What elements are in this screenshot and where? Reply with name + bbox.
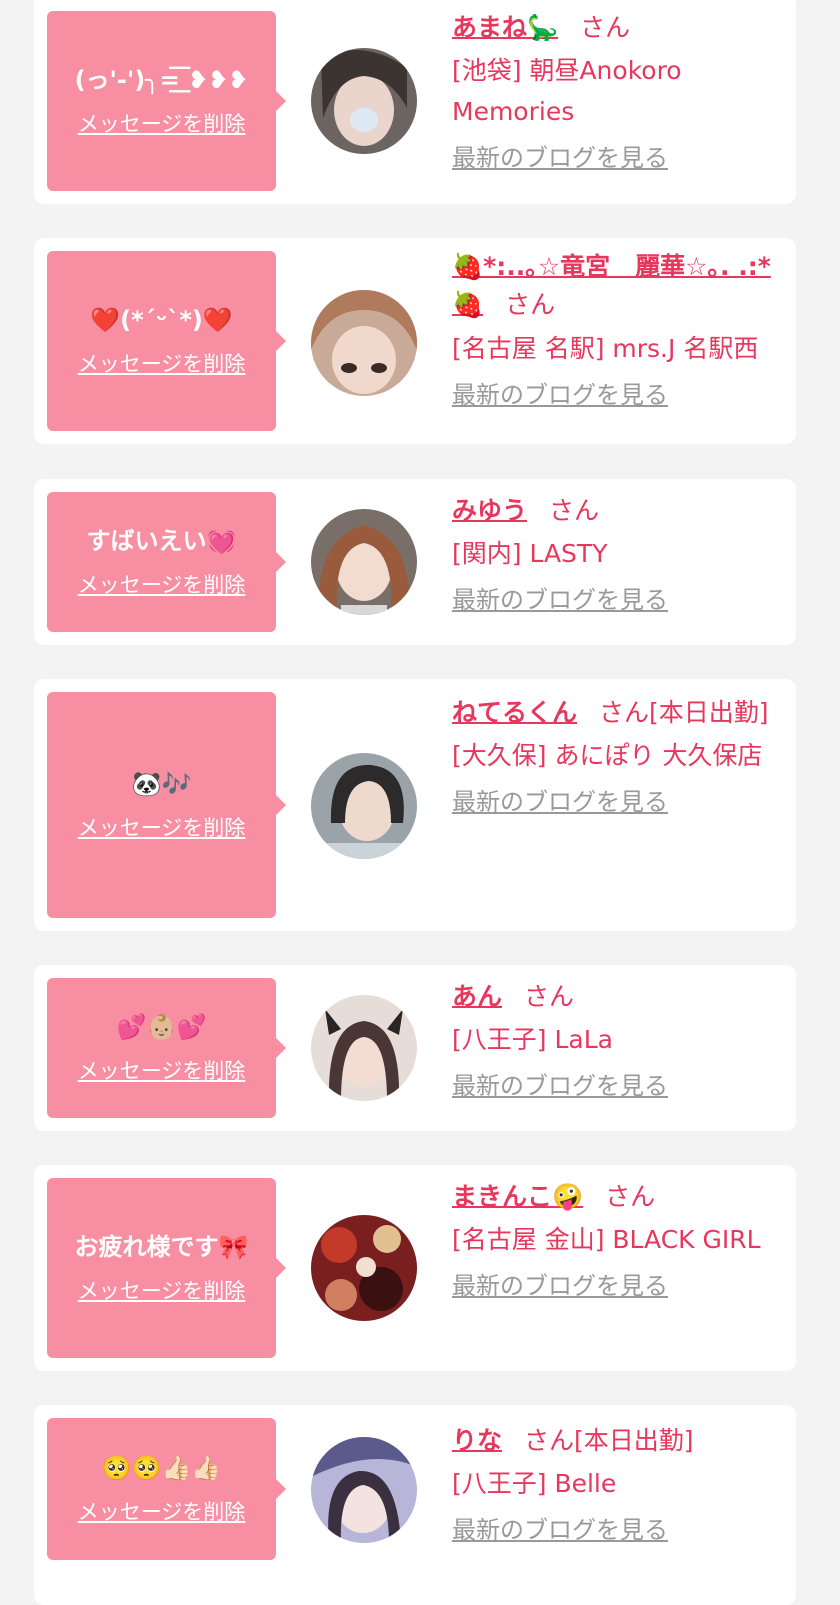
message-text: お疲れ様です🎀‪‪‪‪‪‪‪‪	[74, 1233, 249, 1261]
message-card: 🐼🎶 メッセージを削除 ねてるくん さん[本日出勤] [大久保] あにぽり 大久保…	[34, 679, 796, 931]
profile-name-link[interactable]: ねてるくん	[452, 698, 577, 727]
latest-blog-link[interactable]: 最新のブログを見る	[452, 140, 668, 176]
profile-name-link[interactable]: りな	[452, 1426, 502, 1455]
profile-info: まきんこ🤪 さん [名古屋 金山] BLACK GIRL 最新のブログを見る	[452, 1175, 787, 1308]
message-card: お疲れ様です🎀‪‪‪‪‪‪‪‪ メッセージを削除 まきんこ🤪 さん [名古屋 金山…	[34, 1165, 796, 1371]
delete-message-link[interactable]: メッセージを削除	[78, 111, 246, 137]
message-bubble: お疲れ様です🎀‪‪‪‪‪‪‪‪ メッセージを削除	[47, 1178, 286, 1358]
honorific: さん	[549, 496, 600, 525]
delete-message-link[interactable]: メッセージを削除	[78, 1499, 246, 1525]
delete-message-link[interactable]: メッセージを削除	[78, 351, 246, 377]
name-line: あまね🦕 さん	[452, 6, 787, 50]
message-text: (っ'-')╮=͟͟͞͞ ❥❥❥	[74, 66, 249, 94]
shop-info: [関内] LASTY	[452, 539, 608, 568]
avatar-photo-icon	[311, 1437, 417, 1543]
latest-blog-link[interactable]: 最新のブログを見る	[452, 582, 668, 618]
honorific: さん[本日出勤]	[524, 1426, 694, 1455]
delete-message-link[interactable]: メッセージを削除	[78, 1278, 246, 1304]
avatar-photo-icon	[311, 290, 417, 396]
message-card: (っ'-')╮=͟͟͞͞ ❥❥❥ メッセージを削除 あまね🦕 さん [池袋] 朝昼…	[34, 0, 796, 204]
avatar-photo-icon	[311, 509, 417, 615]
avatar[interactable]	[311, 1215, 417, 1321]
shop-info: [八王子] Belle	[452, 1469, 617, 1498]
name-line: あん さん	[452, 975, 787, 1019]
message-bubble: 💕👶🏼💕 メッセージを削除	[47, 978, 286, 1118]
shop-info: [大久保] あにぽり 大久保店	[452, 741, 763, 770]
latest-blog-link[interactable]: 最新のブログを見る	[452, 1268, 668, 1304]
delete-message-link[interactable]: メッセージを削除	[78, 1058, 246, 1084]
name-line: 🍓*:..｡☆竜宮 麗華☆｡. .:*🍓 さん	[452, 248, 787, 324]
latest-blog-link[interactable]: 最新のブログを見る	[452, 1512, 668, 1548]
shop-info: [池袋] 朝昼Anokoro Memories	[452, 56, 682, 126]
avatar[interactable]	[311, 1437, 417, 1543]
name-line: まきんこ🤪 さん	[452, 1175, 787, 1219]
message-card: 💕👶🏼💕 メッセージを削除 あん さん [八王子] LaLa 最新のブログを見る	[34, 965, 796, 1131]
latest-blog-link[interactable]: 最新のブログを見る	[452, 377, 668, 413]
avatar-photo-icon	[311, 1215, 417, 1321]
avatar-photo-icon	[311, 995, 417, 1101]
message-text: すばいえい💓	[86, 527, 237, 555]
profile-name-link[interactable]: まきんこ🤪	[452, 1182, 583, 1211]
profile-info: みゆう さん [関内] LASTY 最新のブログを見る	[452, 489, 787, 622]
name-line: ねてるくん さん[本日出勤]	[452, 691, 787, 735]
latest-blog-link[interactable]: 最新のブログを見る	[452, 1068, 668, 1104]
avatar-photo-icon	[311, 48, 417, 154]
message-text: 💕👶🏼💕	[116, 1013, 207, 1041]
message-text: 🐼🎶	[131, 770, 192, 798]
avatar[interactable]	[311, 995, 417, 1101]
honorific: さん	[605, 1182, 656, 1211]
avatar[interactable]	[311, 509, 417, 615]
avatar[interactable]	[311, 290, 417, 396]
avatar[interactable]	[311, 753, 417, 859]
profile-info: あまね🦕 さん [池袋] 朝昼Anokoro Memories 最新のブログを見る	[452, 6, 787, 180]
honorific: さん	[524, 982, 575, 1011]
message-card: すばいえい💓 メッセージを削除 みゆう さん [関内] LASTY 最新のブログを…	[34, 479, 796, 645]
message-text: 🥺🥺👍🏻👍🏻	[101, 1454, 222, 1482]
honorific: さん[本日出勤]	[599, 698, 769, 727]
honorific: さん	[580, 13, 631, 42]
shop-info: [八王子] LaLa	[452, 1025, 613, 1054]
shop-info: [名古屋 名駅] mrs.J 名駅西	[452, 334, 759, 363]
message-card: 🥺🥺👍🏻👍🏻 メッセージを削除 りな さん[本日出勤] [八王子] Belle 最…	[34, 1405, 796, 1605]
avatar-photo-icon	[311, 753, 417, 859]
honorific: さん	[505, 290, 556, 319]
message-bubble: すばいえい💓 メッセージを削除	[47, 492, 286, 632]
profile-info: 🍓*:..｡☆竜宮 麗華☆｡. .:*🍓 さん [名古屋 名駅] mrs.J 名駅…	[452, 248, 787, 417]
profile-info: あん さん [八王子] LaLa 最新のブログを見る	[452, 975, 787, 1108]
avatar[interactable]	[311, 48, 417, 154]
profile-name-link[interactable]: あまね🦕	[452, 13, 558, 42]
shop-info: [名古屋 金山] BLACK GIRL	[452, 1225, 761, 1254]
profile-info: りな さん[本日出勤] [八王子] Belle 最新のブログを見る	[452, 1419, 787, 1552]
name-line: りな さん[本日出勤]	[452, 1419, 787, 1463]
message-card: ❤️(*´ᵕ`*)❤️ メッセージを削除 🍓*:..｡☆竜宮 麗華☆｡. .:*…	[34, 238, 796, 444]
message-bubble: 🥺🥺👍🏻👍🏻 メッセージを削除	[47, 1418, 286, 1560]
profile-info: ねてるくん さん[本日出勤] [大久保] あにぽり 大久保店 最新のブログを見る	[452, 691, 787, 824]
message-bubble: (っ'-')╮=͟͟͞͞ ❥❥❥ メッセージを削除	[47, 11, 286, 191]
message-bubble: ❤️(*´ᵕ`*)❤️ メッセージを削除	[47, 251, 286, 431]
profile-name-link[interactable]: 🍓*:..｡☆竜宮 麗華☆｡. .:*🍓	[452, 252, 771, 319]
message-bubble: 🐼🎶 メッセージを削除	[47, 692, 286, 918]
message-text: ❤️(*´ᵕ`*)❤️	[90, 306, 233, 334]
profile-name-link[interactable]: あん	[452, 982, 502, 1011]
profile-name-link[interactable]: みゆう	[452, 496, 527, 525]
delete-message-link[interactable]: メッセージを削除	[78, 572, 246, 598]
latest-blog-link[interactable]: 最新のブログを見る	[452, 784, 668, 820]
name-line: みゆう さん	[452, 489, 787, 533]
delete-message-link[interactable]: メッセージを削除	[78, 815, 246, 841]
